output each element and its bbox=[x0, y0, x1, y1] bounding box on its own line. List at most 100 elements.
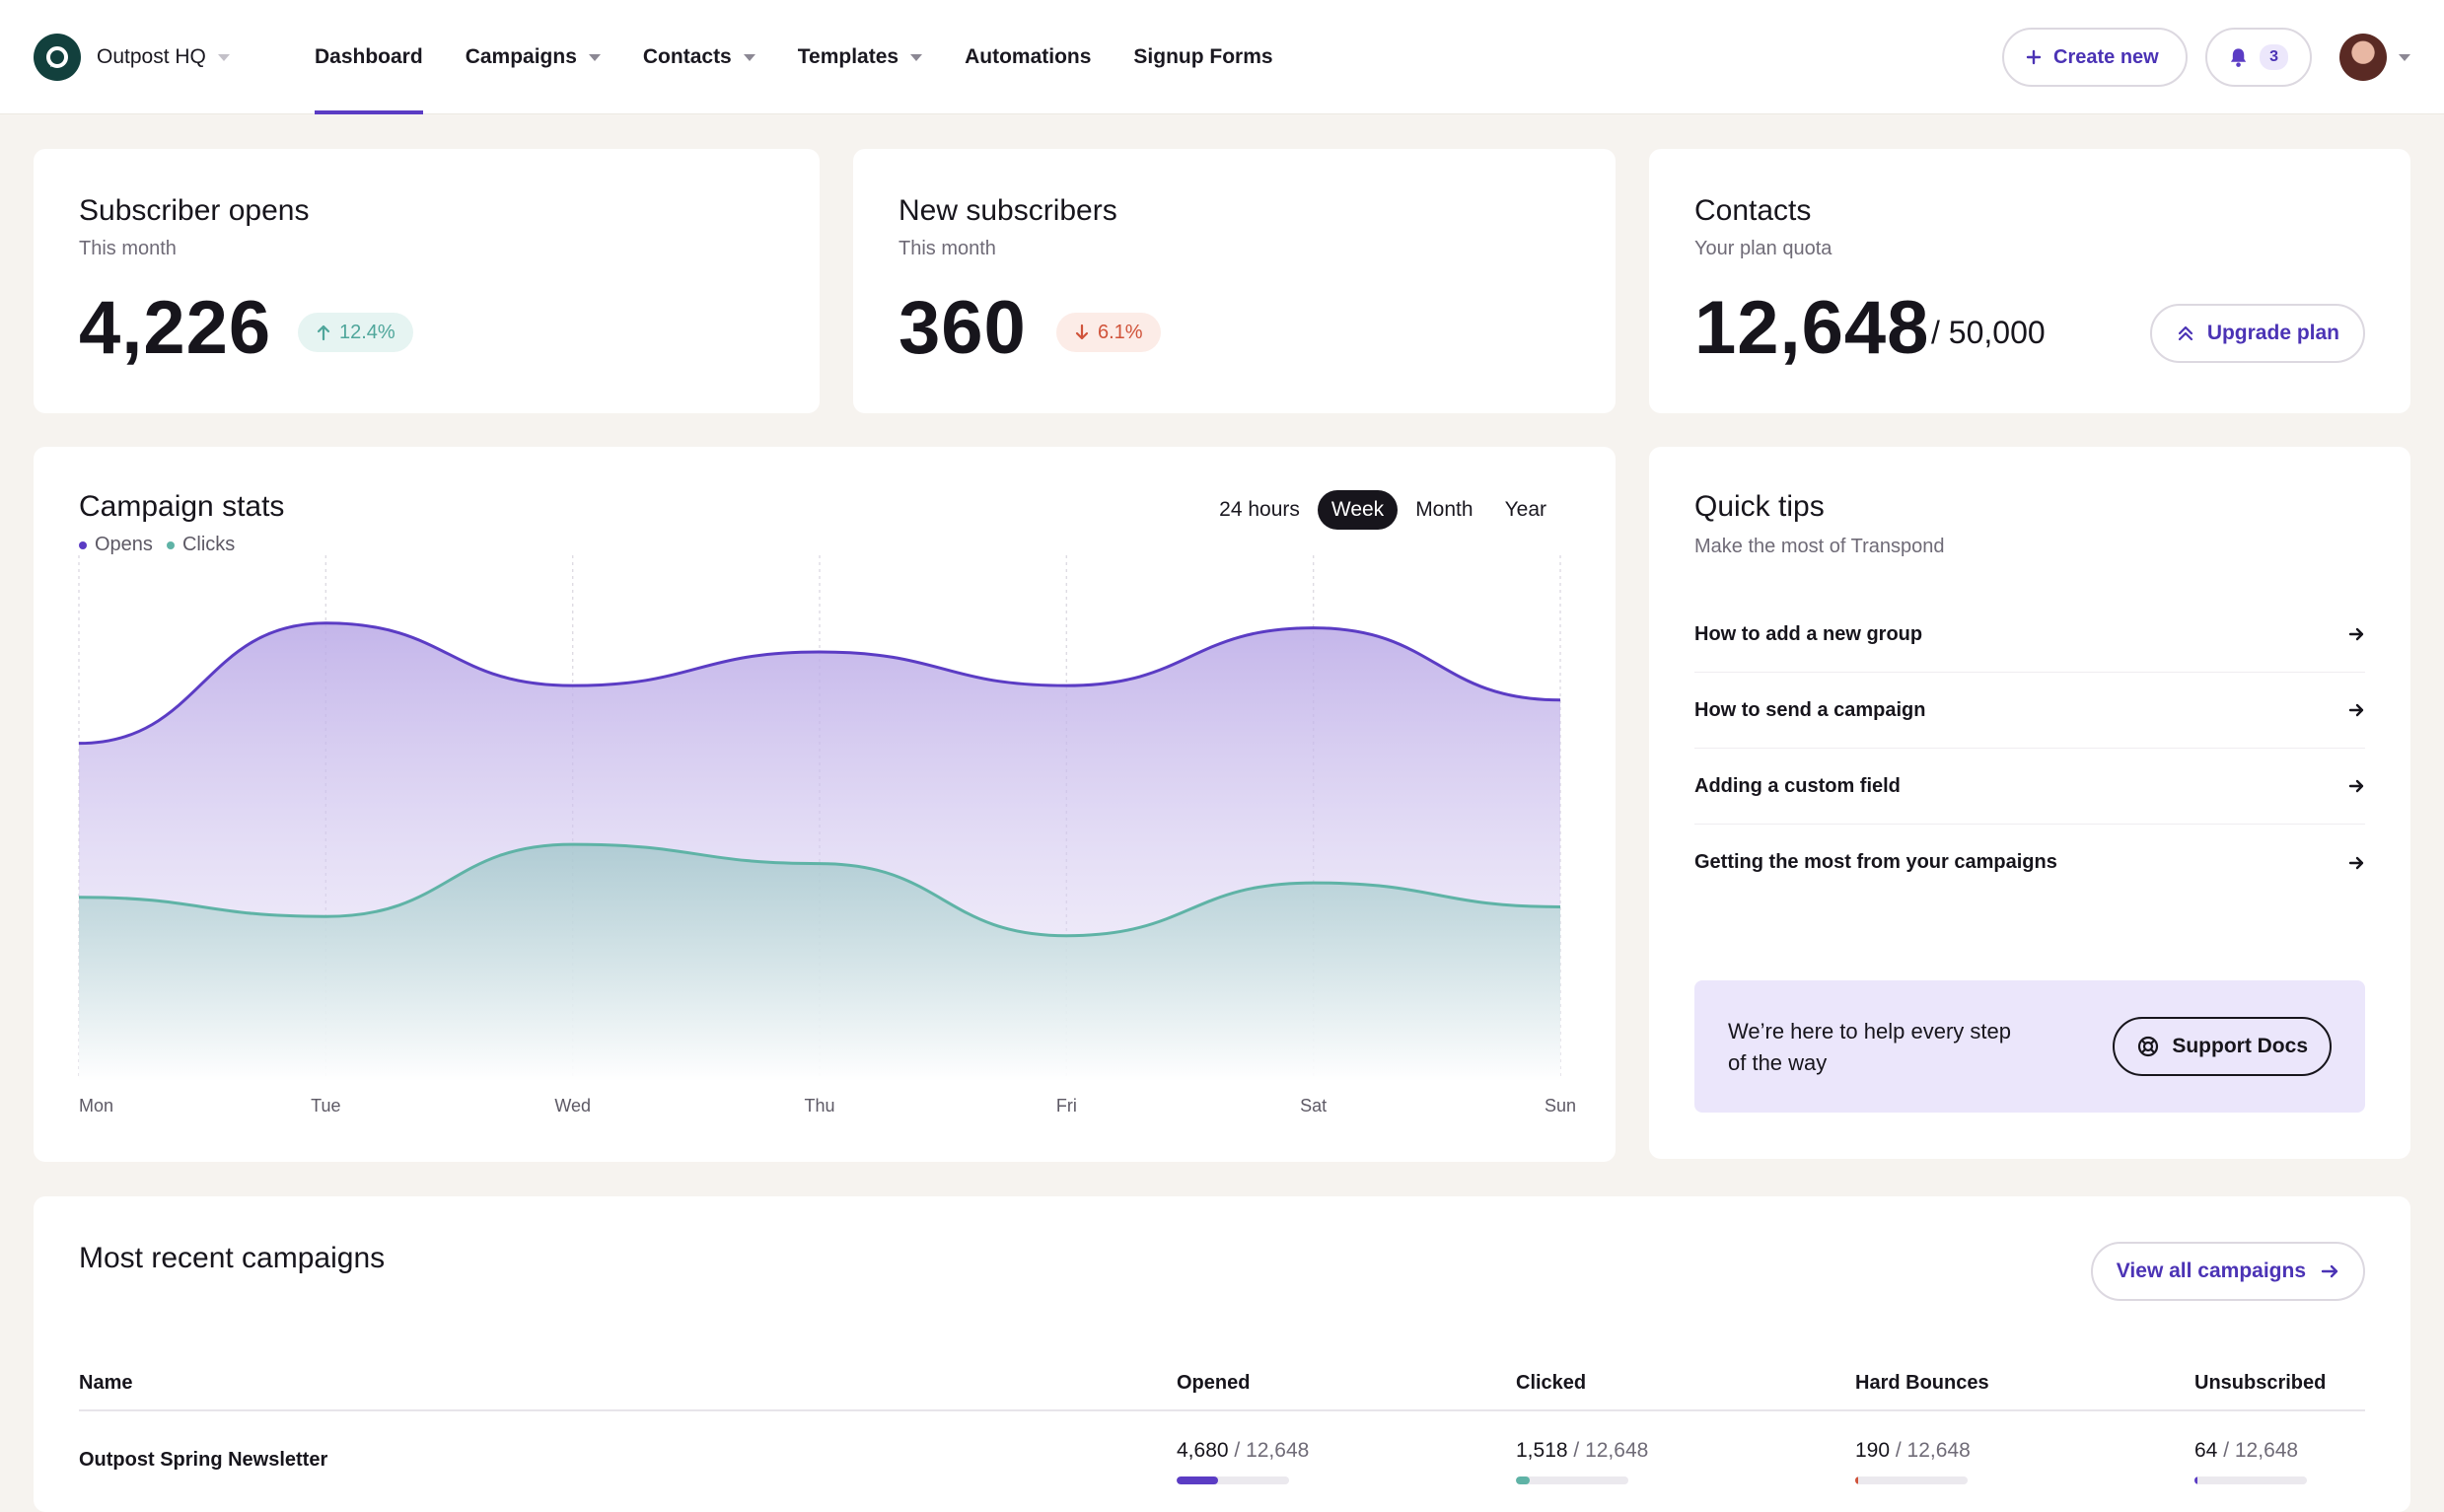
opens-change-badge: 12.4% bbox=[298, 313, 413, 352]
x-tick-label: Sun bbox=[1545, 1096, 1576, 1116]
bounces-progress bbox=[1855, 1476, 1968, 1484]
user-avatar[interactable] bbox=[2339, 34, 2387, 81]
lifebuoy-icon bbox=[2138, 1036, 2159, 1057]
change-value: 6.1% bbox=[1098, 321, 1143, 343]
tips-list: How to add a new group How to send a cam… bbox=[1694, 597, 2365, 900]
brand-logo bbox=[34, 34, 81, 81]
bell-icon bbox=[2230, 48, 2247, 67]
nav-item-templates[interactable]: Templates bbox=[797, 0, 923, 114]
column-header-clicked[interactable]: Clicked bbox=[1516, 1372, 1586, 1395]
subscribers-value: 360 bbox=[899, 286, 1027, 370]
tip-label: How to add a new group bbox=[1694, 622, 1923, 645]
view-all-campaigns-button[interactable]: View all campaigns bbox=[2090, 1242, 2365, 1301]
nav-label: Campaigns bbox=[465, 45, 577, 68]
arrow-right-icon bbox=[2348, 779, 2364, 793]
tip-link[interactable]: How to add a new group bbox=[1694, 597, 2365, 673]
card-subtitle: This month bbox=[79, 238, 177, 259]
tip-link[interactable]: How to send a campaign bbox=[1694, 673, 2365, 749]
recent-campaigns-card: Most recent campaigns View all campaigns… bbox=[34, 1196, 2410, 1512]
card-subtitle: Your plan quota bbox=[1694, 238, 1833, 259]
total-value: / 12,648 bbox=[1234, 1439, 1310, 1462]
card-subtitle: This month bbox=[899, 238, 996, 259]
campaign-stats-card: Campaign stats Opens Clicks 24 hours Wee… bbox=[34, 447, 1616, 1162]
tip-link[interactable]: Getting the most from your campaigns bbox=[1694, 825, 2365, 900]
card-title: New subscribers bbox=[899, 194, 1117, 227]
card-title: Quick tips bbox=[1694, 490, 1825, 523]
header-actions: Create new 3 bbox=[2002, 28, 2410, 87]
table-row[interactable]: Outpost Spring Newsletter 4,680 / 12,648… bbox=[79, 1423, 2365, 1502]
table-header: Name Opened Clicked Hard Bounces Unsubsc… bbox=[79, 1372, 2365, 1411]
column-header-opened[interactable]: Opened bbox=[1177, 1372, 1250, 1395]
nav-item-dashboard[interactable]: Dashboard bbox=[315, 0, 423, 114]
campaign-stats-chart: Mon Tue Wed Thu Fri Sat Sun bbox=[78, 555, 1576, 1116]
total-value: / 12,648 bbox=[2223, 1439, 2299, 1462]
progress-fill bbox=[1516, 1476, 1530, 1484]
nav-item-automations[interactable]: Automations bbox=[965, 0, 1091, 114]
help-banner: We’re here to help every step of the way… bbox=[1694, 980, 2365, 1113]
plus-icon bbox=[2026, 49, 2042, 65]
nav-item-signup-forms[interactable]: Signup Forms bbox=[1133, 0, 1272, 114]
contacts-card: Contacts Your plan quota 12,648 / 50,000… bbox=[1649, 149, 2410, 413]
column-header-name[interactable]: Name bbox=[79, 1372, 132, 1395]
chevron-down-icon bbox=[217, 53, 230, 61]
column-header-unsubscribed[interactable]: Unsubscribed bbox=[2194, 1372, 2326, 1395]
column-header-hard-bounces[interactable]: Hard Bounces bbox=[1855, 1372, 1989, 1395]
view-all-label: View all campaigns bbox=[2116, 1260, 2306, 1282]
nav-label: Signup Forms bbox=[1133, 45, 1273, 68]
brand-name: Outpost HQ bbox=[97, 45, 206, 68]
create-new-label: Create new bbox=[2053, 45, 2159, 68]
notification-count-badge: 3 bbox=[2260, 44, 2288, 70]
chevron-down-icon[interactable] bbox=[2399, 53, 2410, 61]
clicked-cell: 1,518 / 12,648 bbox=[1516, 1439, 1648, 1463]
opened-value: 4,680 bbox=[1177, 1439, 1229, 1462]
arrow-right-icon bbox=[2348, 703, 2364, 717]
nav-label: Automations bbox=[965, 45, 1092, 68]
card-title: Subscriber opens bbox=[79, 194, 310, 227]
unsubscribed-value: 64 bbox=[2194, 1439, 2218, 1462]
logo-icon bbox=[46, 46, 68, 68]
progress-fill bbox=[2194, 1476, 2198, 1484]
x-tick-label: Sat bbox=[1300, 1096, 1327, 1116]
x-tick-label: Fri bbox=[1056, 1096, 1077, 1116]
double-chevron-up-icon bbox=[2178, 325, 2192, 341]
nav-item-contacts[interactable]: Contacts bbox=[643, 0, 755, 114]
brand-switcher[interactable]: Outpost HQ bbox=[34, 34, 230, 81]
notifications-button[interactable]: 3 bbox=[2205, 28, 2312, 87]
campaign-name[interactable]: Outpost Spring Newsletter bbox=[79, 1449, 327, 1472]
opened-cell: 4,680 / 12,648 bbox=[1177, 1439, 1309, 1463]
progress-fill bbox=[1855, 1476, 1859, 1484]
bounces-value: 190 bbox=[1855, 1439, 1891, 1462]
bounces-cell: 190 / 12,648 bbox=[1855, 1439, 1971, 1463]
opens-value: 4,226 bbox=[79, 286, 272, 370]
clicked-progress bbox=[1516, 1476, 1628, 1484]
nav-label: Contacts bbox=[642, 45, 732, 68]
chevron-down-icon bbox=[588, 53, 601, 61]
main-nav: Dashboard Campaigns Contacts Templates A… bbox=[315, 0, 1316, 114]
nav-label: Templates bbox=[797, 45, 899, 68]
new-subscribers-card: New subscribers This month 360 6.1% bbox=[853, 149, 1616, 413]
subscribers-change-badge: 6.1% bbox=[1056, 313, 1161, 352]
opened-progress bbox=[1177, 1476, 1289, 1484]
nav-item-campaigns[interactable]: Campaigns bbox=[466, 0, 601, 114]
arrow-right-icon bbox=[2348, 856, 2364, 869]
chevron-down-icon bbox=[743, 53, 755, 61]
total-value: / 12,648 bbox=[1895, 1439, 1971, 1462]
unsubscribed-cell: 64 / 12,648 bbox=[2194, 1439, 2298, 1463]
quick-tips-card: Quick tips Make the most of Transpond Ho… bbox=[1649, 447, 2410, 1159]
tip-label: How to send a campaign bbox=[1694, 698, 1926, 721]
arrow-up-icon bbox=[317, 324, 330, 341]
support-docs-label: Support Docs bbox=[2172, 1035, 2308, 1057]
upgrade-plan-button[interactable]: Upgrade plan bbox=[2149, 304, 2365, 363]
unsubscribed-progress bbox=[2194, 1476, 2307, 1484]
support-docs-button[interactable]: Support Docs bbox=[2113, 1017, 2332, 1076]
tip-link[interactable]: Adding a custom field bbox=[1694, 749, 2365, 825]
arrow-down-icon bbox=[1075, 324, 1089, 340]
upgrade-plan-label: Upgrade plan bbox=[2206, 322, 2339, 344]
top-navigation-bar: Outpost HQ Dashboard Campaigns Contacts … bbox=[0, 0, 2444, 114]
tip-label: Getting the most from your campaigns bbox=[1694, 851, 2057, 873]
card-subtitle: Make the most of Transpond bbox=[1694, 536, 1945, 557]
help-text: We’re here to help every step of the way bbox=[1728, 1019, 2011, 1075]
x-tick-label: Thu bbox=[804, 1096, 834, 1116]
create-new-button[interactable]: Create new bbox=[2002, 28, 2188, 87]
clicked-value: 1,518 bbox=[1516, 1439, 1568, 1462]
